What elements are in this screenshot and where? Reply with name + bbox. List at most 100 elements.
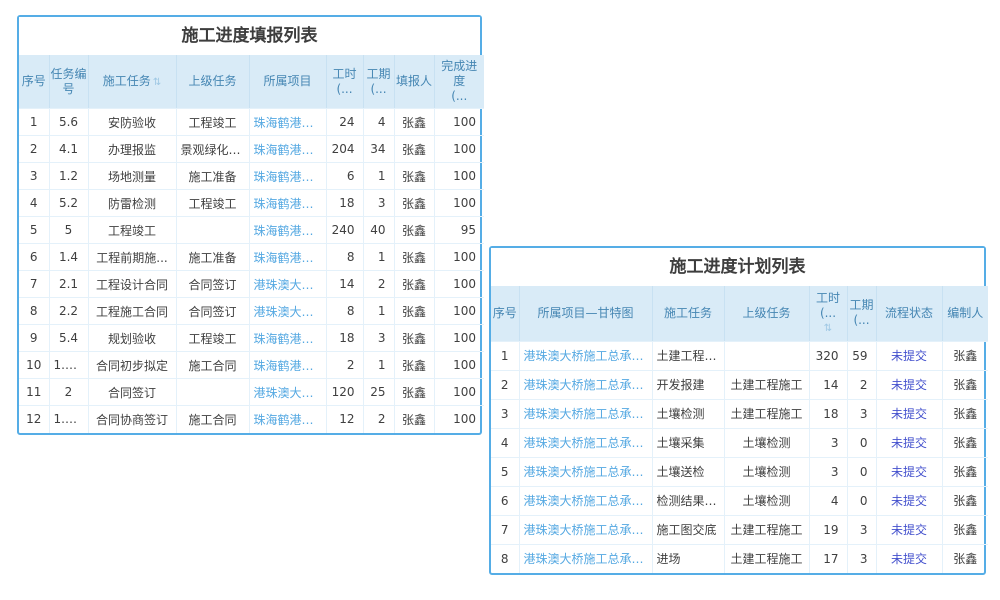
cell-parent-task: 土壤检测 bbox=[724, 457, 809, 486]
table-row: 121.4....合同协商签订施工合同珠海鹤港口建设122张鑫100 bbox=[19, 406, 484, 433]
cell-duration: 25 bbox=[363, 379, 394, 406]
cell-author: 张鑫 bbox=[942, 428, 988, 457]
cell-project-link[interactable]: 港珠澳大桥施... bbox=[249, 379, 326, 406]
cell-reporter: 张鑫 bbox=[394, 298, 434, 325]
report-table-head: 序号 任务编号 施工任务⇅ 上级任务 所属项目 工时(... 工期(... 填报… bbox=[19, 55, 484, 109]
cell-project-link[interactable]: 港珠澳大桥施工总承包项目 bbox=[519, 515, 652, 544]
cell-task: 检测结果存底 bbox=[652, 486, 724, 515]
cell-hours: 3 bbox=[809, 428, 847, 457]
cell-index: 4 bbox=[491, 428, 519, 457]
cell-index: 2 bbox=[491, 370, 519, 399]
cell-project-link[interactable]: 珠海鹤港口建设 bbox=[249, 406, 326, 433]
cell-flow-status[interactable]: 未提交 bbox=[876, 341, 942, 370]
cell-project-link[interactable]: 港珠澳大桥施... bbox=[249, 271, 326, 298]
cell-index: 8 bbox=[19, 298, 49, 325]
progress-report-panel: 施工进度填报列表 序号 任务编号 施工任务⇅ 上级任务 所属项目 工时(... … bbox=[17, 15, 482, 435]
cell-task: 开发报建 bbox=[652, 370, 724, 399]
cell-progress: 100 bbox=[434, 406, 484, 433]
cell-task: 进场 bbox=[652, 544, 724, 573]
cell-hours: 6 bbox=[326, 163, 363, 190]
col-label: 所属项目—甘特图 bbox=[537, 306, 633, 320]
table-row: 31.2场地测量施工准备珠海鹤港口建设61张鑫100 bbox=[19, 163, 484, 190]
cell-project-link[interactable]: 珠海鹤港口建设 bbox=[249, 190, 326, 217]
cell-project-link[interactable]: 港珠澳大桥施工总承包项目 bbox=[519, 370, 652, 399]
col-header-progress: 完成进度(... bbox=[434, 55, 484, 109]
cell-parent-task bbox=[176, 217, 249, 244]
cell-project-link[interactable]: 港珠澳大桥施工总承包项目 bbox=[519, 341, 652, 370]
sort-icon[interactable]: ⇅ bbox=[153, 77, 161, 88]
cell-project-link[interactable]: 珠海鹤港口建设 bbox=[249, 244, 326, 271]
col-header-flow-status: 流程状态 bbox=[876, 286, 942, 341]
table-row: 55工程竣工珠海鹤港口建设24040张鑫95 bbox=[19, 217, 484, 244]
header-row: 序号 所属项目—甘特图 施工任务 上级任务 工时(...⇅ 工期(... 流程状… bbox=[491, 286, 988, 341]
col-header-task[interactable]: 施工任务⇅ bbox=[88, 55, 176, 109]
col-header-task: 施工任务 bbox=[652, 286, 724, 341]
cell-flow-status[interactable]: 未提交 bbox=[876, 515, 942, 544]
cell-project-link[interactable]: 珠海鹤港口建设 bbox=[249, 352, 326, 379]
cell-project-link[interactable]: 港珠澳大桥施工总承包项目 bbox=[519, 486, 652, 515]
cell-reporter: 张鑫 bbox=[394, 379, 434, 406]
cell-progress: 100 bbox=[434, 352, 484, 379]
cell-index: 9 bbox=[19, 325, 49, 352]
cell-duration: 59 bbox=[847, 341, 876, 370]
cell-project-link[interactable]: 港珠澳大桥施... bbox=[249, 298, 326, 325]
cell-flow-status[interactable]: 未提交 bbox=[876, 544, 942, 573]
cell-index: 1 bbox=[19, 109, 49, 136]
cell-project-link[interactable]: 港珠澳大桥施工总承包项目 bbox=[519, 457, 652, 486]
table-row: 1港珠澳大桥施工总承包项目土建工程施工32059未提交张鑫 bbox=[491, 341, 988, 370]
cell-hours: 18 bbox=[809, 399, 847, 428]
cell-progress: 95 bbox=[434, 217, 484, 244]
col-header-duration: 工期(... bbox=[363, 55, 394, 109]
cell-progress: 100 bbox=[434, 379, 484, 406]
col-header-index: 序号 bbox=[491, 286, 519, 341]
cell-parent-task: 工程竣工 bbox=[176, 325, 249, 352]
plan-table-body: 1港珠澳大桥施工总承包项目土建工程施工32059未提交张鑫2港珠澳大桥施工总承包… bbox=[491, 341, 988, 573]
cell-task: 办理报监 bbox=[88, 136, 176, 163]
cell-hours: 240 bbox=[326, 217, 363, 244]
cell-project-link[interactable]: 珠海鹤港口建设 bbox=[249, 325, 326, 352]
cell-project-link[interactable]: 珠海鹤港口建设 bbox=[249, 109, 326, 136]
cell-task: 场地测量 bbox=[88, 163, 176, 190]
col-label: 填报人 bbox=[396, 74, 432, 88]
cell-task: 施工图交底 bbox=[652, 515, 724, 544]
cell-task: 土建工程施工 bbox=[652, 341, 724, 370]
table-row: 4港珠澳大桥施工总承包项目土壤采集土壤检测30未提交张鑫 bbox=[491, 428, 988, 457]
report-table-title: 施工进度填报列表 bbox=[19, 17, 480, 55]
cell-flow-status[interactable]: 未提交 bbox=[876, 370, 942, 399]
cell-flow-status[interactable]: 未提交 bbox=[876, 399, 942, 428]
col-label: 工期 bbox=[366, 67, 390, 81]
table-row: 3港珠澳大桥施工总承包项目土壤检测土建工程施工183未提交张鑫 bbox=[491, 399, 988, 428]
cell-progress: 100 bbox=[434, 163, 484, 190]
cell-hours: 14 bbox=[809, 370, 847, 399]
col-label-sub: (... bbox=[328, 82, 362, 97]
cell-task: 工程竣工 bbox=[88, 217, 176, 244]
cell-project-link[interactable]: 港珠澳大桥施工总承包项目 bbox=[519, 428, 652, 457]
col-label: 序号 bbox=[22, 74, 46, 88]
cell-duration: 3 bbox=[847, 515, 876, 544]
cell-hours: 204 bbox=[326, 136, 363, 163]
cell-project-link[interactable]: 港珠澳大桥施工总承包项目 bbox=[519, 544, 652, 573]
cell-parent-task: 土建工程施工 bbox=[724, 370, 809, 399]
cell-project-link[interactable]: 港珠澳大桥施工总承包项目 bbox=[519, 399, 652, 428]
cell-project-link[interactable]: 珠海鹤港口建设 bbox=[249, 217, 326, 244]
cell-author: 张鑫 bbox=[942, 486, 988, 515]
col-label: 工时 bbox=[816, 291, 840, 305]
cell-task-no: 2.1 bbox=[49, 271, 88, 298]
cell-flow-status[interactable]: 未提交 bbox=[876, 457, 942, 486]
col-label: 序号 bbox=[493, 306, 517, 320]
cell-reporter: 张鑫 bbox=[394, 109, 434, 136]
cell-task: 合同协商签订 bbox=[88, 406, 176, 433]
cell-project-link[interactable]: 珠海鹤港口建设 bbox=[249, 163, 326, 190]
cell-parent-task: 工程竣工 bbox=[176, 109, 249, 136]
cell-author: 张鑫 bbox=[942, 515, 988, 544]
cell-progress: 100 bbox=[434, 244, 484, 271]
cell-flow-status[interactable]: 未提交 bbox=[876, 428, 942, 457]
cell-flow-status[interactable]: 未提交 bbox=[876, 486, 942, 515]
cell-project-link[interactable]: 珠海鹤港口建设 bbox=[249, 136, 326, 163]
cell-task-no: 1.2 bbox=[49, 163, 88, 190]
col-header-hours[interactable]: 工时(...⇅ bbox=[809, 286, 847, 341]
cell-hours: 19 bbox=[809, 515, 847, 544]
sort-icon[interactable]: ⇅ bbox=[811, 321, 846, 336]
table-row: 8港珠澳大桥施工总承包项目进场土建工程施工173未提交张鑫 bbox=[491, 544, 988, 573]
cell-index: 6 bbox=[491, 486, 519, 515]
